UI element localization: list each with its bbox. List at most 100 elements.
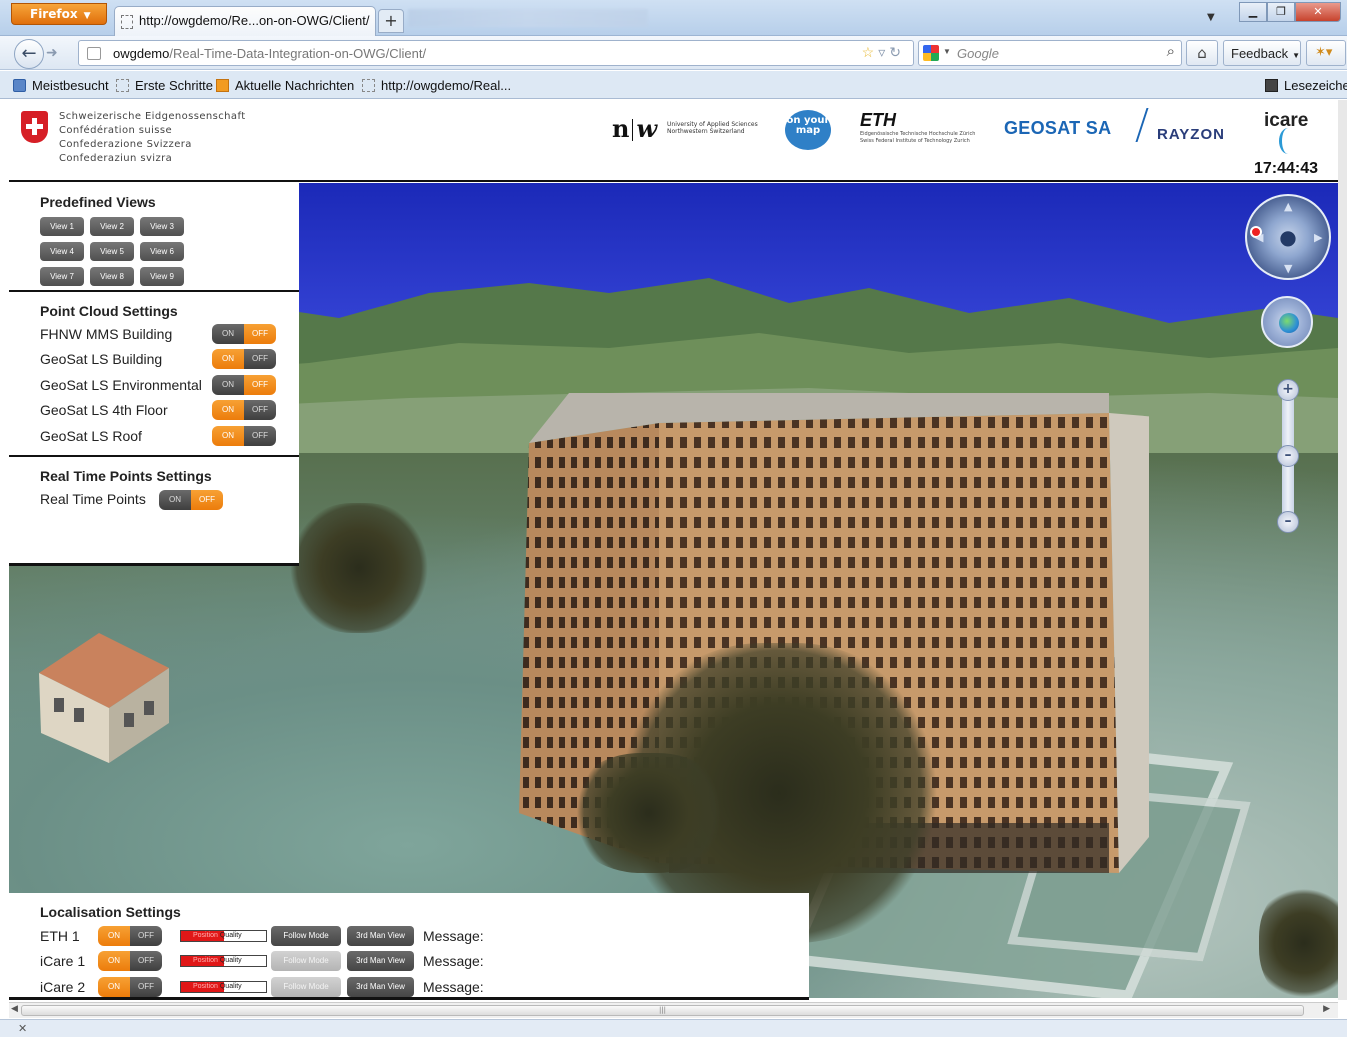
zoom-slider-handle[interactable]: – bbox=[1277, 445, 1299, 467]
bookmarks-menu[interactable]: Lesezeichen bbox=[1265, 78, 1347, 93]
close-addon-bar-icon[interactable]: ✕ bbox=[18, 1022, 27, 1035]
toggle-on[interactable]: ON bbox=[212, 400, 244, 420]
quality-position-text: Position bbox=[193, 932, 218, 939]
toggle-on[interactable]: ON bbox=[159, 490, 191, 510]
third-man-view-button[interactable]: 3rd Man View bbox=[347, 951, 414, 971]
tab-list-icon[interactable]: ▼ bbox=[1207, 12, 1215, 23]
minimize-icon[interactable]: ▁ bbox=[1239, 2, 1267, 22]
url-bar[interactable]: owgdemo/Real-Time-Data-Integration-on-OW… bbox=[78, 40, 914, 66]
position-quality-bar: Position Quality bbox=[180, 981, 267, 993]
agent-toggle[interactable]: ON OFF bbox=[98, 951, 162, 971]
toggle-on[interactable]: ON bbox=[212, 375, 244, 395]
horizontal-scrollbar[interactable]: ◀ ||| ▶ bbox=[9, 1002, 1338, 1018]
toggle-off[interactable]: OFF bbox=[130, 926, 162, 946]
view-9-button[interactable]: View 9 bbox=[140, 267, 184, 286]
url-host: owgdemo bbox=[113, 46, 170, 61]
position-quality-bar: Position Quality bbox=[180, 955, 267, 967]
site-identity-icon[interactable] bbox=[87, 47, 101, 60]
third-man-view-button[interactable]: 3rd Man View bbox=[347, 926, 414, 946]
bookmarks-menu-label: Lesezeichen bbox=[1284, 78, 1347, 93]
point-cloud-toggle[interactable]: ON OFF bbox=[212, 375, 276, 395]
arrow-up-icon[interactable]: ▲ bbox=[1284, 200, 1292, 213]
point-cloud-toggle[interactable]: ON OFF bbox=[212, 426, 276, 446]
compass-control[interactable]: ▲ ▼ ◀ ▶ ● bbox=[1245, 194, 1331, 280]
arrow-down-icon[interactable]: ▼ bbox=[1284, 262, 1292, 275]
position-quality-bar: Position Quality bbox=[180, 930, 267, 942]
section-divider bbox=[9, 455, 299, 457]
view-4-button[interactable]: View 4 bbox=[40, 242, 84, 261]
toggle-on[interactable]: ON bbox=[98, 977, 130, 997]
point-cloud-toggle[interactable]: ON OFF bbox=[212, 400, 276, 420]
maximize-icon[interactable]: ❐ bbox=[1267, 2, 1295, 22]
firefox-menu-label: Firefox bbox=[30, 7, 78, 21]
toggle-off[interactable]: OFF bbox=[244, 324, 276, 344]
toggle-on[interactable]: ON bbox=[212, 349, 244, 369]
new-tab-button[interactable]: + bbox=[378, 9, 404, 33]
toggle-on[interactable]: ON bbox=[212, 426, 244, 446]
close-icon[interactable]: ✕ bbox=[1295, 2, 1341, 22]
chevron-down-icon[interactable]: ▼ bbox=[943, 47, 951, 56]
home-icon[interactable]: ⌂ bbox=[1186, 40, 1218, 66]
feedback-label: Feedback bbox=[1231, 46, 1289, 61]
scrollbar-thumb[interactable]: ||| bbox=[21, 1005, 1304, 1016]
back-button[interactable]: ← bbox=[14, 39, 44, 69]
toggle-off[interactable]: OFF bbox=[244, 349, 276, 369]
view-7-button[interactable]: View 7 bbox=[40, 267, 84, 286]
point-cloud-toggle[interactable]: ON OFF bbox=[212, 349, 276, 369]
scroll-left-icon[interactable]: ◀ bbox=[11, 1004, 18, 1014]
toggle-on[interactable]: ON bbox=[98, 951, 130, 971]
forward-button[interactable]: ➜ bbox=[46, 45, 58, 61]
view-6-button[interactable]: View 6 bbox=[140, 242, 184, 261]
feedback-button[interactable]: Feedback ▼ bbox=[1223, 40, 1301, 66]
bookmark-meistbesucht[interactable]: Meistbesucht bbox=[13, 78, 109, 93]
bookmark-owgdemo[interactable]: http://owgdemo/Real... bbox=[362, 78, 511, 93]
search-icon[interactable]: ⌕ bbox=[1167, 43, 1175, 60]
zoom-out-icon[interactable]: – bbox=[1277, 511, 1299, 533]
message-label: Message: bbox=[423, 953, 484, 969]
agent-toggle[interactable]: ON OFF bbox=[98, 977, 162, 997]
real-time-toggle[interactable]: ON OFF bbox=[159, 490, 223, 510]
tab-active[interactable]: http://owgdemo/Re...on-on-OWG/Client/ bbox=[114, 6, 376, 36]
fhnw-logo-text: University of Applied Sciences Northwest… bbox=[667, 121, 758, 135]
google-engine-icon[interactable] bbox=[923, 45, 939, 61]
extension-icon[interactable]: ✶▾ bbox=[1306, 40, 1346, 66]
globe-navigation-control[interactable] bbox=[1261, 296, 1313, 348]
search-bar[interactable]: ▼ Google ⌕ bbox=[918, 40, 1182, 66]
follow-mode-button[interactable]: Follow Mode bbox=[271, 951, 341, 971]
history-dropdown-icon[interactable]: ▿ bbox=[878, 44, 889, 60]
reload-icon[interactable]: ↻ bbox=[889, 44, 905, 60]
arrow-right-icon[interactable]: ▶ bbox=[1314, 231, 1322, 244]
point-cloud-label: FHNW MMS Building bbox=[40, 326, 173, 342]
bookmark-erste-schritte[interactable]: Erste Schritte bbox=[116, 78, 213, 93]
toggle-off[interactable]: OFF bbox=[244, 400, 276, 420]
view-5-button[interactable]: View 5 bbox=[90, 242, 134, 261]
bookmark-label: Erste Schritte bbox=[135, 78, 214, 93]
toggle-on[interactable]: ON bbox=[212, 324, 244, 344]
view-8-button[interactable]: View 8 bbox=[90, 267, 134, 286]
view-1-button[interactable]: View 1 bbox=[40, 217, 84, 236]
toggle-off[interactable]: OFF bbox=[244, 375, 276, 395]
agent-toggle[interactable]: ON OFF bbox=[98, 926, 162, 946]
toggle-off[interactable]: OFF bbox=[191, 490, 223, 510]
scroll-right-icon[interactable]: ▶ bbox=[1323, 1004, 1330, 1014]
third-man-view-button[interactable]: 3rd Man View bbox=[347, 977, 414, 997]
view-3-button[interactable]: View 3 bbox=[140, 217, 184, 236]
toggle-on[interactable]: ON bbox=[98, 926, 130, 946]
point-cloud-toggle[interactable]: ON OFF bbox=[212, 324, 276, 344]
vertical-scrollbar[interactable] bbox=[1338, 100, 1347, 1000]
bookmark-aktuelle-nachrichten[interactable]: Aktuelle Nachrichten bbox=[216, 78, 354, 93]
point-cloud-title: Point Cloud Settings bbox=[40, 303, 178, 319]
view-2-button[interactable]: View 2 bbox=[90, 217, 134, 236]
arrow-left-icon[interactable]: ◀ bbox=[1255, 231, 1263, 244]
toggle-off[interactable]: OFF bbox=[130, 951, 162, 971]
firefox-menu-button[interactable]: Firefox ▼ bbox=[11, 3, 107, 25]
bookmark-star-icon[interactable]: ☆ bbox=[862, 44, 879, 60]
follow-mode-button[interactable]: Follow Mode bbox=[271, 977, 341, 997]
toggle-off[interactable]: OFF bbox=[130, 977, 162, 997]
follow-mode-button[interactable]: Follow Mode bbox=[271, 926, 341, 946]
bookmarks-toolbar: Meistbesucht Erste Schritte Aktuelle Nac… bbox=[0, 71, 1347, 99]
toggle-off[interactable]: OFF bbox=[244, 426, 276, 446]
point-cloud-label: GeoSat LS 4th Floor bbox=[40, 402, 168, 418]
section-divider bbox=[9, 290, 299, 292]
zoom-in-icon[interactable]: + bbox=[1277, 379, 1299, 401]
